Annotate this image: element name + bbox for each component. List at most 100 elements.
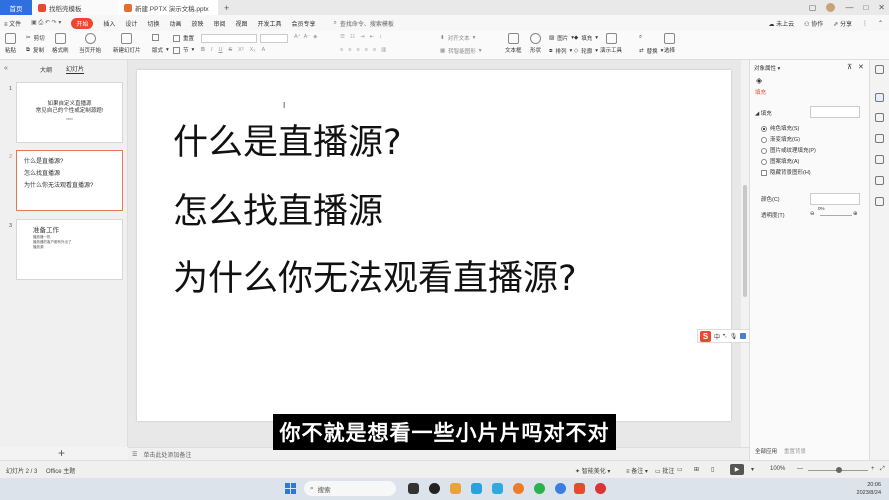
new-slide-button[interactable]: 新建幻灯片: [113, 33, 141, 54]
hide-bg-checkbox[interactable]: 隐藏背景图形(H): [761, 168, 811, 176]
slide-text-line-3[interactable]: 为什么你无法观看直播源?: [173, 250, 577, 301]
gradient-fill-radio[interactable]: 渐变填充(G): [761, 135, 800, 143]
format-painter-button[interactable]: 格式刷: [52, 33, 69, 54]
settings-sliders-icon[interactable]: [875, 93, 884, 102]
home-tab[interactable]: 首页: [0, 0, 32, 15]
outdent-icon[interactable]: ⇤: [369, 34, 374, 40]
reading-view-icon[interactable]: ▯: [711, 466, 714, 473]
transparency-minus-icon[interactable]: ⊖: [810, 211, 815, 217]
line-spacing-icon[interactable]: ↕: [379, 34, 382, 40]
collapse-ribbon-icon[interactable]: ⌃: [878, 20, 883, 27]
shape-button[interactable]: 形状: [530, 33, 541, 54]
section-button[interactable]: 节 ▾: [173, 46, 194, 54]
picture-button[interactable]: ▨ 图片 ▾: [549, 34, 574, 42]
wps-icon[interactable]: [574, 483, 585, 494]
arrange-button[interactable]: ⧈ 排列 ▾: [549, 47, 572, 56]
close-icon[interactable]: ✕: [858, 63, 864, 71]
font-size-buttons[interactable]: A⁺ A⁻ ◈: [294, 34, 317, 40]
reset-background-button[interactable]: 重置背景: [784, 447, 806, 455]
font-style-buttons[interactable]: BIUS X² X₂ A: [201, 47, 265, 53]
theme-name[interactable]: Office 主题: [46, 466, 75, 475]
taskbar-search[interactable]: ⌕ 搜索: [304, 481, 396, 496]
layout-button[interactable]: [152, 34, 159, 41]
pane-title[interactable]: 对象属性 ▾: [754, 64, 780, 72]
superscript-icon[interactable]: X²: [238, 47, 244, 53]
punctuation-icon[interactable]: •,: [723, 333, 727, 339]
select-button[interactable]: 选择: [664, 33, 675, 54]
distribute-icon[interactable]: ≡: [373, 47, 376, 53]
cursor-icon[interactable]: [875, 113, 884, 122]
pin-icon[interactable]: ⊼: [847, 63, 852, 71]
menu-item-transition[interactable]: 切换: [147, 19, 159, 28]
align-right-icon[interactable]: ≡: [356, 47, 359, 53]
menu-item-animation[interactable]: 动画: [169, 19, 181, 28]
zoom-dropdown[interactable]: ▾: [751, 466, 754, 473]
tab-slides[interactable]: 幻灯片: [66, 64, 85, 74]
paragraph-buttons-bottom[interactable]: ≡ ≡ ≡ ≡ ≡ ▥: [340, 47, 386, 53]
picture-fill-radio[interactable]: 图片或纹理填充(P): [761, 146, 816, 154]
italic-icon[interactable]: I: [211, 47, 213, 53]
smart-beautify-button[interactable]: ✦ 智能美化 ▾: [575, 466, 610, 475]
subscript-icon[interactable]: X₂: [250, 47, 256, 53]
reset-button[interactable]: 重置: [173, 34, 194, 42]
menu-item-review[interactable]: 审阅: [213, 19, 225, 28]
fit-window-icon[interactable]: ⤢: [880, 466, 885, 473]
wechat-icon[interactable]: [534, 483, 545, 494]
sorter-view-icon[interactable]: ⊞: [694, 466, 699, 473]
numbering-icon[interactable]: ☷: [350, 34, 355, 40]
paste-button[interactable]: 粘贴: [5, 33, 16, 54]
find-button[interactable]: ⌕: [639, 34, 642, 41]
font-size-select[interactable]: [260, 34, 288, 43]
share-icon[interactable]: [875, 155, 884, 164]
task-view-icon[interactable]: [408, 483, 419, 494]
chrome-icon[interactable]: [555, 483, 566, 494]
slide-text-line-1[interactable]: 什么是直播源?: [173, 114, 402, 165]
zoom-in-icon[interactable]: +: [871, 466, 875, 472]
file-explorer-icon[interactable]: [450, 483, 461, 494]
slide-thumbnail-2[interactable]: 什么是直播源? 怎么找直播源 为什么你无法观看直播源?: [16, 150, 123, 211]
slide-text-line-2[interactable]: 怎么找直播源: [173, 183, 383, 234]
notes-toggle[interactable]: ≡ 备注 ▾: [626, 466, 648, 475]
layout-icon[interactable]: ▢: [809, 3, 817, 12]
collapse-panel-icon[interactable]: «: [4, 65, 8, 72]
color-picker[interactable]: [810, 193, 860, 205]
underline-icon[interactable]: U: [219, 47, 223, 53]
tab-outline[interactable]: 大纲: [40, 65, 52, 74]
app-penguin-icon[interactable]: [429, 483, 440, 494]
comments-toggle[interactable]: ▭ 批注: [655, 466, 674, 475]
map-pin-icon[interactable]: [875, 176, 884, 185]
play-slideshow-button[interactable]: ▶: [730, 464, 744, 475]
command-search[interactable]: ⌕ 查找命令、搜索模板: [334, 19, 394, 28]
smart-graphic-button[interactable]: ▦ 转智能图形 ▾: [440, 47, 481, 55]
animation-icon[interactable]: [875, 134, 884, 143]
align-text-button[interactable]: ⬍ 对齐文本 ▾: [440, 34, 475, 42]
normal-view-icon[interactable]: ▭: [677, 466, 683, 473]
quick-access-icons[interactable]: ▣ ⎙ ↶ ↷ ▾: [31, 19, 61, 27]
font-name-select[interactable]: [201, 34, 257, 43]
align-left-icon[interactable]: ≡: [340, 47, 343, 53]
menu-item-slideshow[interactable]: 放映: [191, 19, 203, 28]
present-tools-button[interactable]: 演示工具: [600, 33, 622, 54]
template-tab[interactable]: 找稻壳模板: [32, 0, 118, 15]
align-center-icon[interactable]: ≡: [348, 47, 351, 53]
share-button[interactable]: ⇗ 分享: [833, 19, 852, 28]
from-start-button[interactable]: 当页开始: [79, 33, 101, 54]
system-clock[interactable]: 20:06 2023/8/24: [857, 481, 881, 497]
close-icon[interactable]: ✕: [878, 3, 885, 12]
menu-item-design[interactable]: 设计: [125, 19, 137, 28]
file-menu[interactable]: ≡ 文件: [4, 19, 21, 28]
app-browser-icon[interactable]: [471, 483, 482, 494]
collab-button[interactable]: ⚇ 协作: [804, 19, 823, 28]
transparency-plus-icon[interactable]: ⊕: [853, 211, 858, 217]
bold-icon[interactable]: B: [201, 47, 205, 53]
current-slide[interactable]: 什么是直播源? 怎么找直播源 为什么你无法观看直播源? I: [137, 70, 731, 421]
new-tab-button[interactable]: +: [224, 3, 229, 13]
solid-fill-radio[interactable]: 纯色填充(S): [761, 124, 799, 132]
properties-icon[interactable]: [875, 65, 884, 74]
slide-thumbnail-3[interactable]: 准备工作 播放器一机 播放器的客户都有外出了 播放源: [16, 219, 123, 280]
tab-fill[interactable]: 填充: [755, 88, 766, 96]
cloud-app-icon[interactable]: [513, 483, 524, 494]
telegram-icon[interactable]: [492, 483, 503, 494]
bullets-icon[interactable]: ☰: [340, 34, 345, 40]
menu-item-insert[interactable]: 插入: [103, 19, 115, 28]
